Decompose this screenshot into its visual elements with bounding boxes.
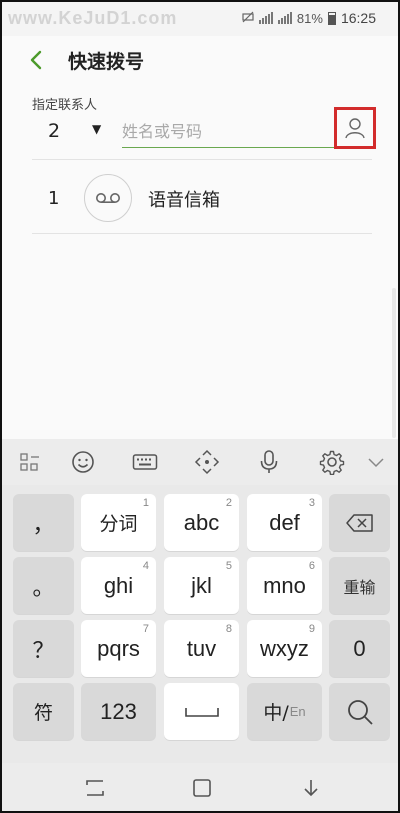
voicemail-icon [84,174,132,222]
key-comma[interactable]: ， [13,494,74,551]
back-icon[interactable] [296,773,326,803]
key-def[interactable]: def 3 [247,494,322,551]
key-abc[interactable]: abc 2 [164,494,239,551]
space-icon [184,707,219,717]
key-symbols[interactable]: 符 [13,683,74,740]
watermark-text: www.KeJuD1.com [8,8,178,28]
key-tuv[interactable]: tuv 8 [164,620,239,677]
clock: 16:25 [340,10,376,26]
status-icons: 81% 16:25 [242,10,376,26]
list-item-label: 语音信箱 [148,190,220,211]
speed-dial-number-select[interactable]: 2 ▼ [48,118,110,146]
key-ghi[interactable]: ghi 4 [81,557,156,614]
signal-icon-1 [258,12,273,24]
assign-contact-label: 指定联系人 [32,98,98,113]
key-wxyz[interactable]: wxyz 9 [247,620,322,677]
speed-dial-number-value: 2 [48,120,61,142]
chevron-down-icon[interactable] [362,449,390,475]
recent-apps-icon[interactable] [80,773,110,803]
backspace-button[interactable] [329,494,390,551]
signal-icon-2 [277,12,292,24]
mute-icon [242,11,254,26]
space-key[interactable] [164,683,239,740]
gear-icon[interactable] [318,449,346,475]
key-mno[interactable]: mno 6 [247,557,322,614]
key-question[interactable]: ？ [13,620,74,677]
app-header: 快速拨号 [2,40,398,80]
chevron-left-icon [30,50,42,70]
dropdown-caret-icon: ▼ [92,122,102,136]
language-toggle-key[interactable]: 中/En [247,683,322,740]
person-icon [345,118,365,139]
key-jkl[interactable]: jkl 5 [164,557,239,614]
keyboard: ， 分词 1 abc 2 def 3 。 ghi 4 jkl 5 mno 6 重输 ？ pq… [2,439,398,763]
key-period[interactable]: 。 [13,557,74,614]
backspace-icon [345,513,373,532]
contact-picker-button[interactable] [334,107,376,149]
search-icon [347,699,373,725]
page-title: 快速拨号 [68,51,145,73]
move-icon[interactable] [193,449,221,475]
mic-icon[interactable] [255,449,283,475]
list-item[interactable]: 1 语音信箱 [2,162,398,234]
battery-percent: 81% [296,10,323,26]
divider [32,233,372,234]
home-icon[interactable] [187,773,217,803]
back-button[interactable] [24,47,50,73]
key-reinput[interactable]: 重输 [329,557,390,614]
keyboard-icon[interactable] [131,449,159,475]
emoji-icon[interactable] [69,449,97,475]
status-bar: www.KeJuD1.com 81% 16:25 [2,2,398,36]
list-item-number: 1 [48,188,60,209]
phone-screen: www.KeJuD1.com 81% 16:25 快速拨号 指定联系人 2 ▼ [0,0,400,813]
contact-search-input[interactable] [122,112,336,148]
battery-icon [327,11,336,25]
key-numbers[interactable]: 123 [81,683,156,740]
key-zero[interactable]: 0 [329,620,390,677]
grid-icon[interactable] [16,449,44,475]
key-fenci[interactable]: 分词 1 [81,494,156,551]
search-key[interactable] [329,683,390,740]
navigation-bar [2,763,398,811]
scrollbar[interactable] [392,288,396,438]
key-pqrs[interactable]: pqrs 7 [81,620,156,677]
divider [32,159,372,160]
keyboard-toolbar [2,439,398,485]
